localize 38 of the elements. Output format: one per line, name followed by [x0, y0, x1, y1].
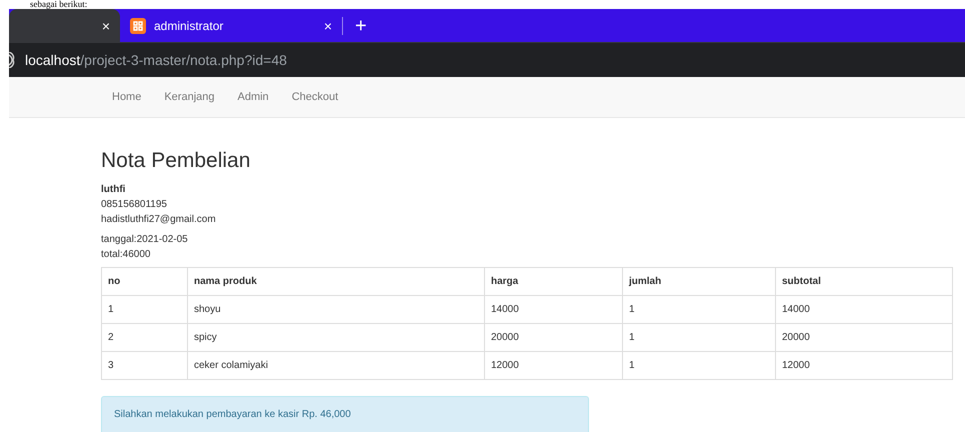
customer-name: luthfi	[101, 183, 126, 197]
table-cell: ceker colamiyaki	[188, 352, 484, 380]
column-header: no	[102, 268, 188, 296]
nav-link[interactable]: Admin	[238, 91, 269, 103]
table-cell: shoyu	[188, 296, 484, 324]
table-cell: 1	[102, 296, 188, 324]
nav-link[interactable]: Home	[112, 91, 142, 103]
table-cell: 1	[622, 324, 776, 352]
new-tab-button[interactable]: +	[343, 16, 379, 36]
address-bar[interactable]: localhost/project-3-master/nota.php?id=48	[25, 52, 287, 68]
close-icon[interactable]: ×	[324, 18, 332, 34]
table-cell: spicy	[188, 324, 484, 352]
table-cell: 1	[622, 352, 776, 380]
table-cell: 3	[102, 352, 188, 380]
table-cell: 1	[622, 296, 776, 324]
document-text: sebagai berikut:	[30, 0, 88, 9]
nav-link[interactable]: Checkout	[292, 91, 338, 103]
nav-link[interactable]: Keranjang	[164, 91, 214, 103]
table-cell: 20000	[776, 324, 952, 352]
table-cell: 14000	[776, 296, 952, 324]
browser-tab[interactable]: ×	[9, 9, 120, 42]
order-date: tanggal:2021-02-05	[101, 233, 189, 247]
table-cell: 20000	[484, 324, 622, 352]
order-total: total:46000	[101, 248, 152, 262]
table-cell: 2	[102, 324, 188, 352]
column-header: nama produk	[188, 268, 484, 296]
app-icon	[130, 18, 146, 34]
payment-alert: Silahkan melakukan pembayaran ke kasir Rp. 46,000	[101, 396, 589, 432]
close-icon[interactable]: ×	[102, 18, 110, 34]
table-cell: 12000	[484, 352, 622, 380]
customer-email: hadistluthfi27@gmail.com	[101, 213, 217, 227]
column-header: subtotal	[776, 268, 952, 296]
column-header: jumlah	[622, 268, 776, 296]
table-cell: 12000	[776, 352, 952, 380]
column-header: harga	[484, 268, 622, 296]
customer-phone: 085156801195	[101, 198, 168, 212]
page-title: Nota Pembelian	[101, 149, 252, 173]
table-cell: 14000	[484, 296, 622, 324]
